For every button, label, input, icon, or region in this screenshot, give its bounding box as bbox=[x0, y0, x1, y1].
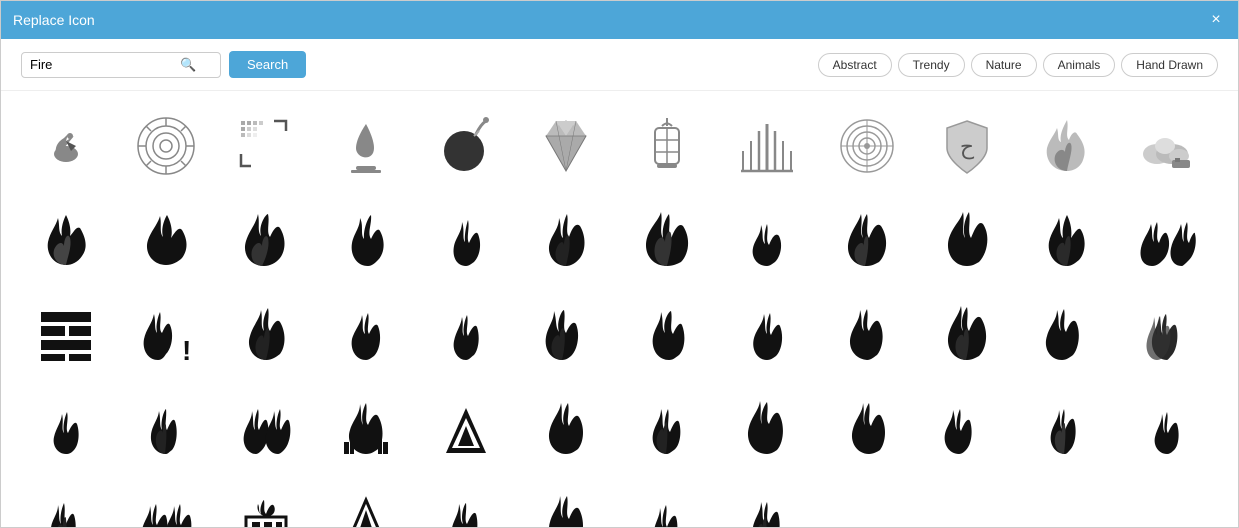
icon-cell[interactable] bbox=[922, 289, 1012, 379]
content-area: ح bbox=[1, 91, 1238, 527]
icon-cell[interactable] bbox=[1022, 289, 1112, 379]
icon-cell[interactable] bbox=[822, 289, 912, 379]
icon-cell[interactable] bbox=[622, 477, 712, 527]
close-button[interactable]: × bbox=[1206, 10, 1226, 30]
icon-cell[interactable] bbox=[121, 101, 211, 191]
icon-cell[interactable] bbox=[722, 195, 812, 285]
icon-cell[interactable] bbox=[722, 383, 812, 473]
icon-cell[interactable] bbox=[622, 195, 712, 285]
icon-cell[interactable] bbox=[1022, 101, 1112, 191]
icon-cell[interactable] bbox=[521, 195, 611, 285]
icon-cell[interactable] bbox=[822, 101, 912, 191]
icon-cell[interactable] bbox=[121, 383, 211, 473]
search-button-label: Search bbox=[247, 57, 288, 72]
close-icon: × bbox=[1211, 11, 1220, 29]
search-button[interactable]: Search bbox=[229, 51, 306, 78]
icon-cell[interactable]: ! bbox=[121, 289, 211, 379]
icon-cell[interactable] bbox=[321, 289, 411, 379]
icon-cell[interactable] bbox=[1122, 289, 1212, 379]
icon-cell[interactable] bbox=[421, 289, 511, 379]
filter-abstract[interactable]: Abstract bbox=[818, 53, 892, 77]
icon-cell[interactable] bbox=[121, 477, 211, 527]
icon-cell[interactable] bbox=[321, 101, 411, 191]
icon-cell[interactable] bbox=[21, 101, 111, 191]
icon-cell[interactable] bbox=[922, 383, 1012, 473]
icon-cell[interactable] bbox=[421, 195, 511, 285]
icon-cell[interactable] bbox=[722, 101, 812, 191]
icon-cell[interactable] bbox=[221, 101, 311, 191]
filter-trendy[interactable]: Trendy bbox=[898, 53, 965, 77]
icon-cell[interactable] bbox=[21, 383, 111, 473]
icon-grid-container[interactable]: ح bbox=[1, 91, 1238, 527]
search-input[interactable] bbox=[30, 57, 180, 72]
search-area: 🔍 Search bbox=[21, 51, 306, 78]
icon-cell[interactable] bbox=[1122, 383, 1212, 473]
search-input-wrapper: 🔍 bbox=[21, 52, 221, 78]
icon-cell[interactable] bbox=[421, 477, 511, 527]
filter-hand-drawn[interactable]: Hand Drawn bbox=[1121, 53, 1218, 77]
title-bar-label: Replace Icon bbox=[13, 12, 95, 28]
icon-cell[interactable] bbox=[822, 383, 912, 473]
icon-cell[interactable] bbox=[421, 101, 511, 191]
icon-cell[interactable] bbox=[822, 195, 912, 285]
icon-cell[interactable] bbox=[521, 289, 611, 379]
icon-cell[interactable] bbox=[21, 289, 111, 379]
filter-animals[interactable]: Animals bbox=[1043, 53, 1116, 77]
icon-cell[interactable] bbox=[221, 195, 311, 285]
icon-cell[interactable] bbox=[221, 383, 311, 473]
icon-cell[interactable] bbox=[121, 195, 211, 285]
icon-cell[interactable]: ح bbox=[922, 101, 1012, 191]
icon-cell[interactable] bbox=[922, 195, 1012, 285]
icon-cell[interactable] bbox=[21, 195, 111, 285]
icon-cell[interactable] bbox=[521, 101, 611, 191]
svg-text:!: ! bbox=[182, 335, 191, 364]
icon-cell[interactable] bbox=[722, 477, 812, 527]
icon-cell[interactable] bbox=[722, 289, 812, 379]
icon-cell[interactable] bbox=[1022, 195, 1112, 285]
icon-cell[interactable] bbox=[1122, 101, 1212, 191]
icon-cell[interactable] bbox=[1122, 195, 1212, 285]
icon-cell[interactable] bbox=[421, 383, 511, 473]
title-bar: Replace Icon × bbox=[1, 1, 1238, 39]
icon-cell[interactable] bbox=[21, 477, 111, 527]
icon-cell[interactable] bbox=[521, 477, 611, 527]
filter-nature[interactable]: Nature bbox=[971, 53, 1037, 77]
svg-text:ح: ح bbox=[960, 134, 975, 160]
icon-cell[interactable] bbox=[221, 289, 311, 379]
toolbar: 🔍 Search Abstract Trendy Nature Animals … bbox=[1, 39, 1238, 91]
icon-cell[interactable] bbox=[622, 289, 712, 379]
search-icon: 🔍 bbox=[180, 57, 196, 73]
icon-cell[interactable] bbox=[521, 383, 611, 473]
icon-cell[interactable] bbox=[321, 195, 411, 285]
filter-buttons: Abstract Trendy Nature Animals Hand Draw… bbox=[818, 53, 1218, 77]
icon-grid: ح bbox=[21, 101, 1218, 527]
icon-cell[interactable] bbox=[321, 383, 411, 473]
icon-cell[interactable] bbox=[1022, 383, 1112, 473]
app-window: Replace Icon × 🔍 Search Abstract Trendy … bbox=[0, 0, 1239, 528]
icon-cell[interactable] bbox=[622, 101, 712, 191]
icon-cell[interactable] bbox=[622, 383, 712, 473]
icon-cell[interactable] bbox=[221, 477, 311, 527]
icon-cell[interactable] bbox=[321, 477, 411, 527]
